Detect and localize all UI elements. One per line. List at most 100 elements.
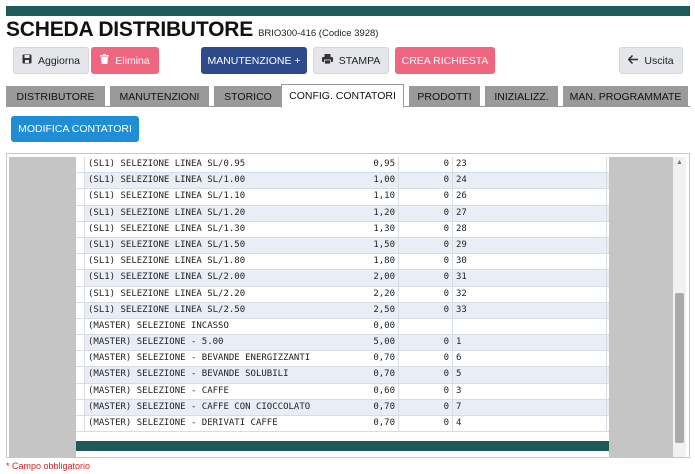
tab-distributore[interactable]: DISTRIBUTORE xyxy=(6,86,105,107)
row-counter: 0 xyxy=(443,401,449,412)
column-divider xyxy=(452,318,453,335)
tab-storico[interactable]: STORICO xyxy=(214,86,282,107)
row-value: 0,00 xyxy=(373,320,395,331)
row-name: (SL1) SELEZIONE LINEA SL/1.00 xyxy=(88,175,246,186)
save-icon xyxy=(22,54,32,67)
row-selector[interactable] xyxy=(76,237,85,254)
row-selector[interactable] xyxy=(76,189,85,205)
table-row[interactable]: (MASTER) SELEZIONE - CAFFE 0,60 0 3 xyxy=(76,383,609,400)
row-selector[interactable] xyxy=(76,318,85,335)
table-row[interactable]: (SL1) SELEZIONE LINEA SL/2.00 2,00 0 31 xyxy=(76,270,609,287)
row-selector[interactable] xyxy=(76,399,85,415)
row-selector[interactable] xyxy=(76,254,85,270)
row-id: 1 xyxy=(456,337,462,348)
tab-inizializz[interactable]: INIZIALIZZ. xyxy=(485,86,558,107)
row-selector[interactable] xyxy=(76,173,85,189)
column-divider xyxy=(606,270,607,286)
row-id: 28 xyxy=(456,223,467,234)
scrollbar-thumb[interactable] xyxy=(675,293,684,443)
row-selector[interactable] xyxy=(76,286,85,302)
tab-man-programmate[interactable]: MAN. PROGRAMMATE xyxy=(563,86,688,107)
scroll-up-icon[interactable]: ▲ xyxy=(673,157,686,168)
row-value: 1,20 xyxy=(373,207,395,218)
column-divider xyxy=(452,205,453,221)
row-selector[interactable] xyxy=(76,157,85,173)
row-selector[interactable] xyxy=(76,351,85,367)
column-divider xyxy=(452,335,453,351)
stampa-button[interactable]: STAMPA xyxy=(313,47,389,74)
trash-icon xyxy=(100,54,110,67)
row-selector[interactable] xyxy=(76,302,85,318)
crea-richiesta-label: CREA RICHIESTA xyxy=(401,54,489,67)
row-name: (SL1) SELEZIONE LINEA SL/0.95 xyxy=(88,159,246,169)
manutenzione-button[interactable]: MANUTENZIONE + xyxy=(201,47,307,74)
row-counter: 0 xyxy=(443,418,449,428)
table-row[interactable]: (MASTER) SELEZIONE - BEVANDE SOLUBILI 0,7… xyxy=(76,367,609,384)
manutenzione-label: MANUTENZIONE + xyxy=(207,54,301,67)
left-gutter xyxy=(9,157,76,457)
table-row[interactable]: (SL1) SELEZIONE LINEA SL/1.30 1,30 0 28 xyxy=(76,221,609,238)
row-selector[interactable] xyxy=(76,416,85,432)
row-id: 29 xyxy=(456,239,467,250)
table-row[interactable]: (SL1) SELEZIONE LINEA SL/0.95 0,95 0 23 xyxy=(76,157,609,174)
table-row[interactable]: (MASTER) SELEZIONE - BEVANDE ENERGIZZANT… xyxy=(76,351,609,368)
column-divider xyxy=(606,318,607,335)
table-row[interactable]: (MASTER) SELEZIONE - DERIVATI CAFFE 0,70 0… xyxy=(76,416,609,433)
row-selector[interactable] xyxy=(76,367,85,383)
table-row[interactable]: (MASTER) SELEZIONE - CAFFE CON CIOCCOLAT… xyxy=(76,399,609,416)
row-id: 26 xyxy=(456,191,467,202)
table-row[interactable]: (SL1) SELEZIONE LINEA SL/2.50 2,50 0 33 xyxy=(76,302,609,319)
column-divider xyxy=(398,383,399,399)
table-row[interactable]: (SL1) SELEZIONE LINEA SL/1.00 1,00 0 24 xyxy=(76,173,609,190)
row-selector[interactable] xyxy=(76,205,85,221)
column-divider xyxy=(606,237,607,254)
row-selector[interactable] xyxy=(76,335,85,351)
column-divider xyxy=(398,237,399,254)
tab-prodotti[interactable]: PRODOTTI xyxy=(409,86,480,107)
table-row[interactable]: (SL1) SELEZIONE LINEA SL/2.20 2,20 0 32 xyxy=(76,286,609,303)
table-row[interactable]: (SL1) SELEZIONE LINEA SL/1.80 1,80 0 30 xyxy=(76,254,609,271)
table-row[interactable]: (SL1) SELEZIONE LINEA SL/1.50 1,50 0 29 xyxy=(76,237,609,255)
modifica-contatori-button[interactable]: MODIFICA CONTATORI xyxy=(11,116,139,142)
row-selector[interactable] xyxy=(76,383,85,399)
elimina-label: Elimina xyxy=(115,54,150,67)
row-counter: 0 xyxy=(443,191,449,202)
row-value: 0,60 xyxy=(373,385,395,396)
column-divider xyxy=(452,189,453,205)
column-divider xyxy=(398,335,399,351)
crea-richiesta-button[interactable]: CREA RICHIESTA xyxy=(395,47,495,74)
row-name: (SL1) SELEZIONE LINEA SL/1.50 xyxy=(88,239,246,250)
row-id: 6 xyxy=(456,353,462,364)
right-gutter xyxy=(609,157,673,457)
aggiorna-button[interactable]: Aggiorna xyxy=(13,47,89,74)
row-value: 2,20 xyxy=(373,288,395,299)
elimina-button[interactable]: Elimina xyxy=(91,47,159,74)
column-divider xyxy=(398,302,399,318)
table-row[interactable]: (SL1) SELEZIONE LINEA SL/1.20 1,20 0 27 xyxy=(76,205,609,222)
column-divider xyxy=(398,205,399,221)
row-selector[interactable] xyxy=(76,270,85,286)
row-id: 3 xyxy=(456,385,462,396)
row-counter: 0 xyxy=(443,288,449,299)
column-divider xyxy=(606,189,607,205)
tab-config-contatori[interactable]: CONFIG. CONTATORI xyxy=(281,84,404,108)
tab-manutenzioni[interactable]: MANUTENZIONI xyxy=(110,86,209,107)
row-counter: 0 xyxy=(443,353,449,364)
table-row[interactable]: (SL1) SELEZIONE LINEA SL/1.10 1,10 0 26 xyxy=(76,189,609,206)
column-divider xyxy=(452,302,453,318)
row-value: 2,00 xyxy=(373,272,395,283)
table-row[interactable]: (MASTER) SELEZIONE INCASSO 0,00 xyxy=(76,318,609,336)
row-name: (MASTER) SELEZIONE - CAFFE CON CIOCCOLAT… xyxy=(88,401,311,412)
row-counter: 0 xyxy=(443,239,449,250)
row-counter: 0 xyxy=(443,207,449,218)
row-id: 4 xyxy=(456,418,462,428)
top-accent-bar xyxy=(6,6,690,16)
column-divider xyxy=(606,383,607,399)
table-row[interactable]: (MASTER) SELEZIONE - 5.00 5,00 0 1 xyxy=(76,335,609,352)
row-id: 32 xyxy=(456,288,467,299)
row-selector[interactable] xyxy=(76,221,85,237)
row-id: 27 xyxy=(456,207,467,218)
column-divider xyxy=(398,157,399,173)
row-value: 1,50 xyxy=(373,239,395,250)
uscita-button[interactable]: Uscita xyxy=(619,47,683,74)
